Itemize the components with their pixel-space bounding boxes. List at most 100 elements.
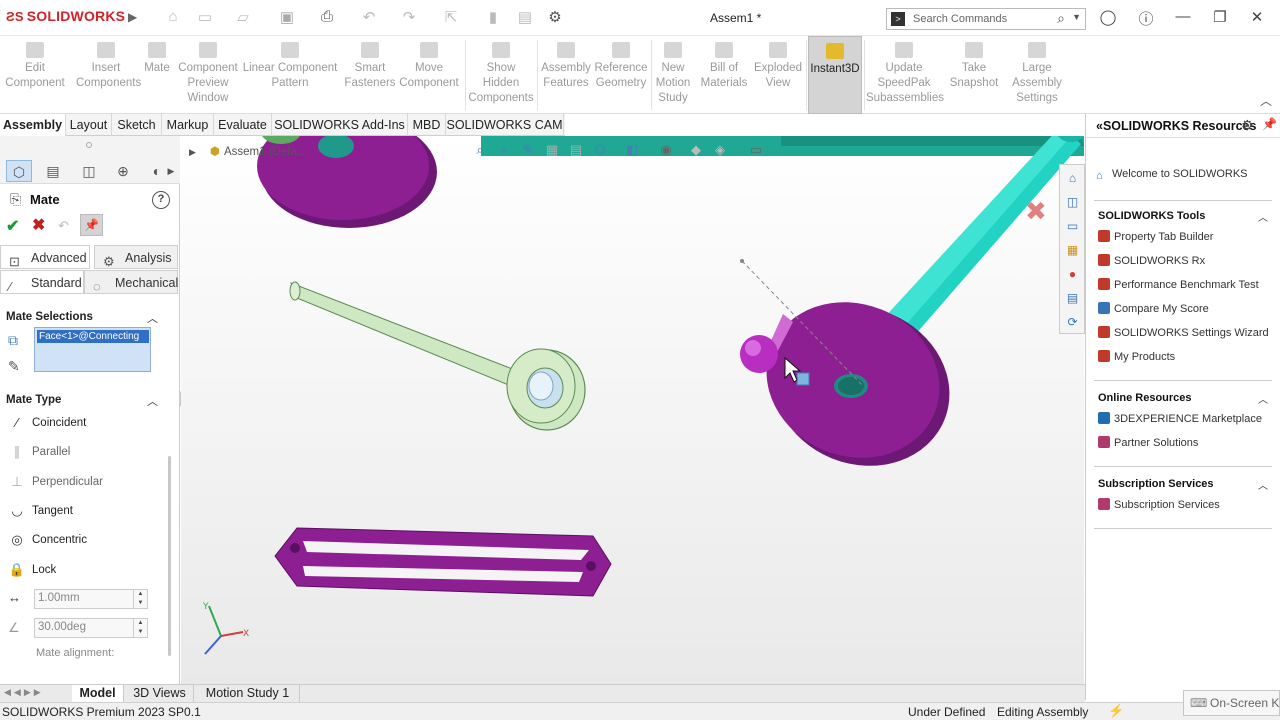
tab-motion-study-1[interactable]: Motion Study 1	[196, 685, 300, 702]
collapse-chevron-icon[interactable]: ︿	[1258, 391, 1268, 406]
apply-scene-icon[interactable]: ◈	[711, 142, 729, 160]
redo-icon[interactable]: ↷	[398, 8, 420, 28]
cancel-x-icon[interactable]: ✖	[32, 215, 45, 235]
ok-check-icon[interactable]: ✔	[6, 216, 19, 236]
expand-arrow-icon[interactable]: ▶	[189, 147, 196, 157]
tab-assembly[interactable]: Assembly	[0, 114, 66, 136]
resource-link[interactable]: SOLIDWORKS Settings Wizard	[1098, 326, 1269, 339]
mate-type-parallel[interactable]: ∥ Parallel	[0, 439, 165, 465]
mate-button[interactable]: Mate	[140, 36, 174, 114]
resource-link[interactable]: Compare My Score	[1098, 302, 1209, 315]
reference-geometry-button[interactable]: Reference Geometry	[592, 36, 650, 114]
appearances-icon[interactable]: ●	[1063, 265, 1082, 284]
collapse-chevron-icon[interactable]: ︿	[147, 310, 158, 326]
open-icon[interactable]: ▱	[232, 8, 254, 28]
tab-solidworks-add-ins[interactable]: SOLIDWORKS Add-Ins	[272, 114, 408, 136]
close-icon[interactable]: ✕	[1246, 8, 1268, 28]
help-icon[interactable]: ?	[152, 191, 170, 209]
tab-mechanical[interactable]: ◌ Mechanical	[84, 270, 178, 294]
show-hidden-components-button[interactable]: Show Hidden Components	[466, 36, 536, 114]
linear-component-pattern-button[interactable]: Linear Component Pattern	[240, 36, 340, 114]
resource-link[interactable]: My Products	[1098, 350, 1175, 363]
instant3d-button[interactable]: Instant3D	[808, 36, 862, 114]
collapse-chevron-icon[interactable]: ︿	[1258, 209, 1268, 224]
tab-scroll-arrows-icon[interactable]: ◀◀▶▶	[4, 687, 44, 698]
tab-3d-views[interactable]: 3D Views	[126, 685, 194, 702]
smart-fasteners-button[interactable]: Smart Fasteners	[342, 36, 398, 114]
mate-type-tangent[interactable]: ◡ Tangent	[0, 498, 165, 524]
pin-icon[interactable]: 📌	[80, 214, 103, 236]
display-style-icon[interactable]: ◧	[623, 142, 641, 160]
panel-scrollbar[interactable]	[168, 456, 171, 656]
edit-component-button[interactable]: Edit Component	[4, 36, 66, 114]
update-speedpak-button[interactable]: Update SpeedPak Subassemblies	[866, 36, 944, 114]
bill-of-materials-button[interactable]: Bill of Materials	[698, 36, 750, 114]
search-commands-box[interactable]: > Search Commands ⌕ ▼	[886, 8, 1086, 30]
resource-link[interactable]: Property Tab Builder	[1098, 230, 1213, 243]
home-icon[interactable]: ⌂	[162, 8, 184, 28]
spinner-arrows-icon[interactable]: ▲ ▼	[133, 619, 147, 637]
component-preview-window-button[interactable]: Component Preview Window	[176, 36, 240, 114]
collapse-ribbon-icon[interactable]: ︿	[1260, 92, 1272, 109]
resource-link[interactable]: Performance Benchmark Test	[1098, 278, 1259, 291]
solidworks-logo[interactable]: ƧS SOLIDWORKS	[6, 8, 125, 24]
assembly-features-button[interactable]: Assembly Features	[538, 36, 594, 114]
tab-evaluate[interactable]: Evaluate	[214, 114, 272, 136]
close-x-marker-icon[interactable]: ✖	[1025, 197, 1047, 227]
new-motion-study-button[interactable]: New Motion Study	[650, 36, 696, 114]
view-orientation-icon[interactable]: ⬡	[591, 142, 609, 160]
tab-advanced[interactable]: ⊡ Advanced	[0, 245, 90, 269]
mate-pack-icon[interactable]: ✎	[8, 358, 20, 375]
search-icon[interactable]: ⌕	[1057, 10, 1065, 27]
solidworks-forum-icon[interactable]: ⟳	[1063, 313, 1082, 332]
undo-icon[interactable]: ↶	[358, 8, 380, 28]
insert-components-button[interactable]: Insert Components	[76, 36, 141, 114]
mate-type-coincident[interactable]: ∕ Coincident	[0, 410, 165, 436]
grip-handle[interactable]	[86, 142, 92, 148]
hide-show-items-icon[interactable]: ◉	[657, 142, 675, 160]
tab-analysis[interactable]: ⚙ Analysis	[94, 245, 178, 269]
spinner-arrows-icon[interactable]: ▲ ▼	[133, 590, 147, 608]
undo-icon[interactable]: ↶	[58, 218, 69, 234]
user-account-icon[interactable]: ◯	[1097, 8, 1119, 28]
print-icon[interactable]: ⎙	[316, 8, 338, 28]
minimize-icon[interactable]: —	[1172, 8, 1194, 28]
resource-link[interactable]: Subscription Services	[1098, 498, 1220, 511]
resource-link[interactable]: Partner Solutions	[1098, 436, 1198, 449]
tab-solidworks-cam[interactable]: SOLIDWORKS CAM	[446, 114, 564, 136]
feature-manager-icon[interactable]: ⬡	[6, 160, 32, 182]
previous-view-icon[interactable]: ✎	[519, 142, 537, 160]
angle-field[interactable]: 30.00deg ▲ ▼	[34, 618, 148, 638]
new-document-icon[interactable]: ▭	[194, 8, 216, 28]
tab-standard[interactable]: ∕ Standard	[0, 270, 84, 294]
resource-link[interactable]: 3DEXPERIENCE Marketplace	[1098, 412, 1262, 425]
model-scene[interactable]: ✖ Y X	[181, 136, 1084, 684]
take-snapshot-button[interactable]: Take Snapshot	[948, 36, 1000, 114]
gear-icon[interactable]: ⚙	[1241, 117, 1254, 134]
large-assembly-settings-button[interactable]: Large Assembly Settings	[1008, 36, 1066, 114]
file-explorer-icon[interactable]: ▭	[1063, 217, 1082, 236]
help-circle-icon[interactable]: ⓘ	[1135, 8, 1157, 28]
property-manager-icon[interactable]: ▤	[40, 160, 66, 182]
options-gear-icon[interactable]: ⚙	[544, 8, 566, 28]
cyan-shaft[interactable]	[871, 136, 1084, 351]
chevron-right-icon[interactable]: ▶	[164, 160, 178, 182]
purple-frame-link[interactable]	[274, 527, 612, 597]
move-component-button[interactable]: Move Component	[396, 36, 462, 114]
mate-type-lock[interactable]: 🔒 Lock	[0, 557, 165, 583]
tab-mbd[interactable]: MBD	[408, 114, 446, 136]
restore-icon[interactable]: ❐	[1209, 8, 1231, 28]
section-view-icon[interactable]: ▦	[543, 142, 561, 160]
exploded-view-button[interactable]: Exploded View	[752, 36, 804, 114]
custom-properties-icon[interactable]: ▤	[1063, 289, 1082, 308]
save-icon[interactable]: ▣	[276, 8, 298, 28]
welcome-link[interactable]: ⌂ Welcome to SOLIDWORKS	[1096, 168, 1248, 182]
design-library-icon[interactable]: ◫	[1063, 193, 1082, 212]
zoom-area-icon[interactable]: ⌕	[495, 142, 513, 160]
collapse-chevron-icon[interactable]: ︿	[147, 393, 158, 409]
edit-appearance-icon[interactable]: ◆	[687, 142, 705, 160]
dynamic-annotation-icon[interactable]: ▤	[567, 142, 585, 160]
home-icon[interactable]: ⌂	[1063, 169, 1082, 188]
zoom-to-fit-icon[interactable]: ⌕	[471, 142, 489, 160]
rebuild-status-icon[interactable]: ⚡	[1108, 703, 1124, 719]
